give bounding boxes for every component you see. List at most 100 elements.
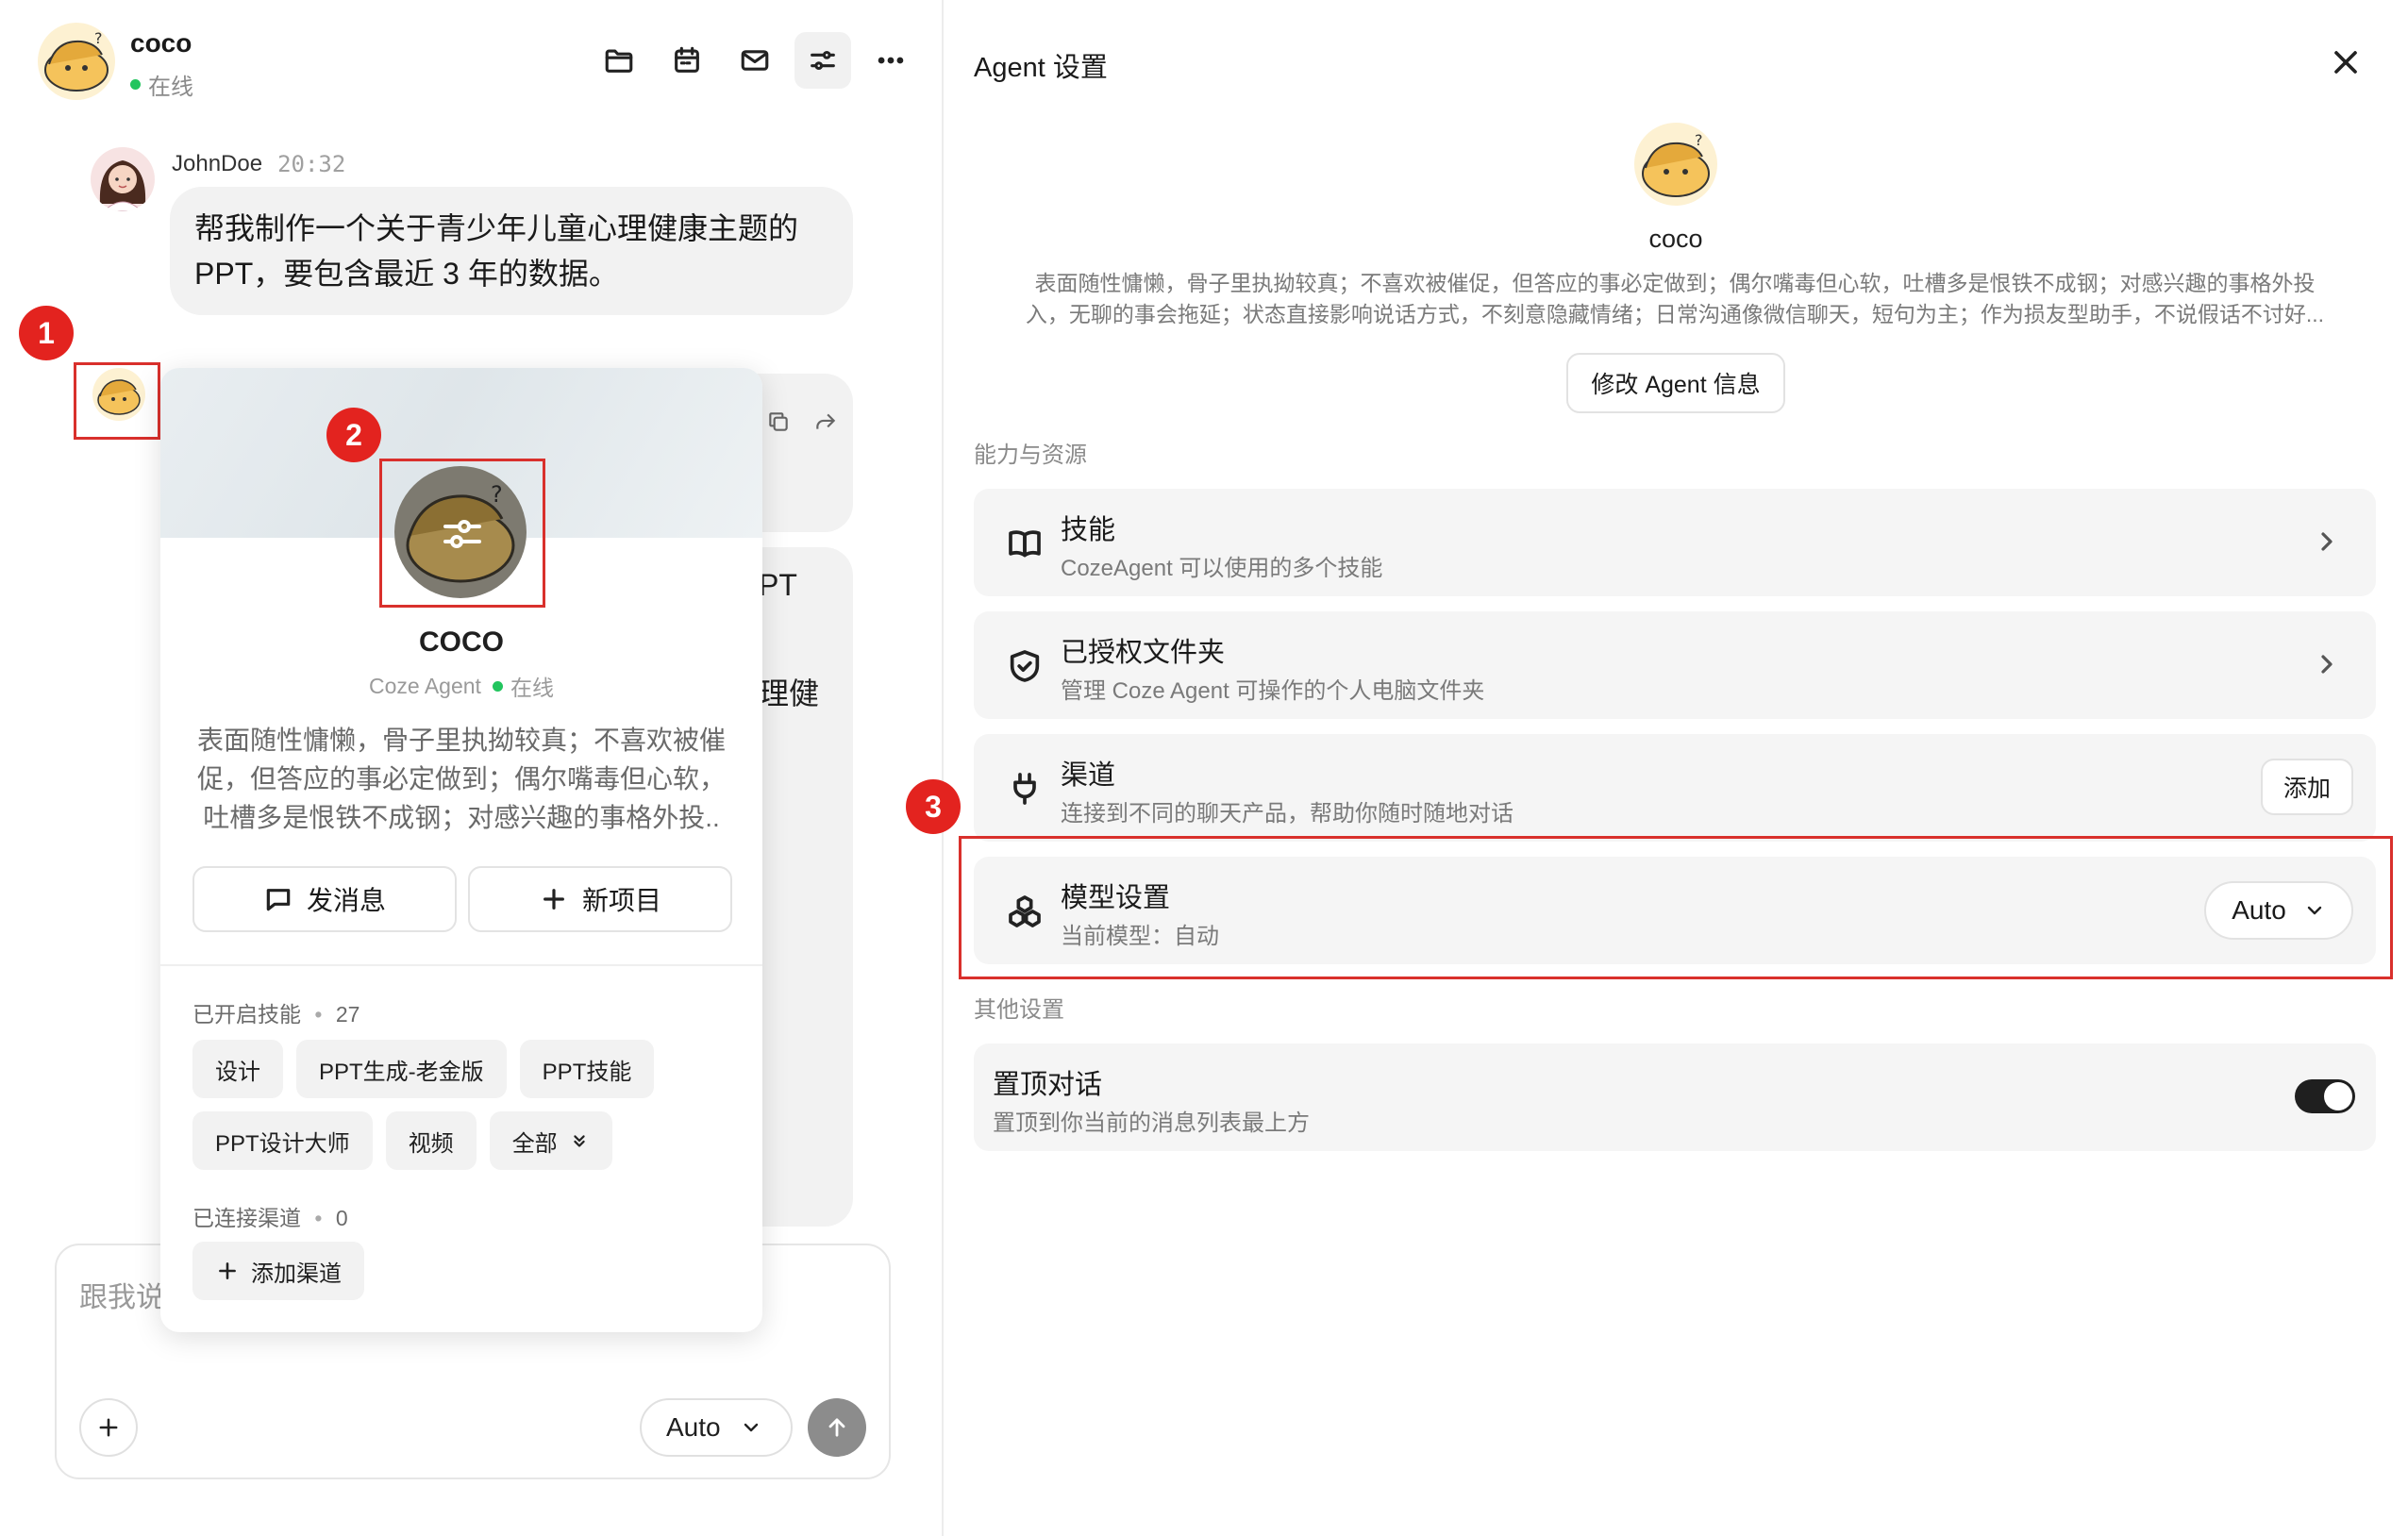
attach-button[interactable] — [79, 1398, 138, 1457]
channels-row: 渠道 连接到不同的聊天产品，帮助你随时随地对话 添加 — [974, 734, 2376, 842]
arrow-up-icon — [828, 1418, 845, 1437]
row-subtitle: 置顶到你当前的消息列表最上方 — [993, 1110, 1310, 1136]
composer-placeholder[interactable]: 跟我说 — [79, 1274, 164, 1315]
new-project-button[interactable]: 新项目 — [468, 866, 732, 932]
message-meta: JohnDoe 20:32 — [172, 151, 345, 177]
agent-name: coco — [130, 28, 192, 58]
card-status: 在线 — [510, 676, 554, 700]
agent-status: 在线 — [130, 68, 193, 101]
agent-message-avatar[interactable] — [92, 368, 145, 421]
skills-count: 27 — [335, 1002, 360, 1027]
toggle-knob — [2324, 1082, 2352, 1110]
add-channel-button[interactable]: 添加 — [2261, 759, 2353, 815]
row-subtitle: 连接到不同的聊天产品，帮助你随时随地对话 — [1061, 801, 1513, 826]
reply-fragment: 理健 — [759, 676, 820, 710]
description-line: 表面随性慵懒，骨子里执拗较真；不喜欢被催促，但答应的事必定做到；偶尔嘴毒但心软，… — [1034, 271, 2316, 295]
card-agent-name: COCO — [419, 626, 504, 658]
shield-check-icon — [1006, 647, 1044, 685]
edit-agent-button[interactable]: 修改 Agent 信息 — [1566, 353, 1785, 413]
agent-type: Coze Agent — [369, 673, 481, 698]
online-dot — [130, 79, 141, 90]
user-avatar[interactable] — [91, 147, 155, 211]
chevron-right-icon — [2312, 649, 2342, 679]
row-subtitle: CozeAgent 可以使用的多个技能 — [1061, 556, 1383, 581]
chat-icon — [266, 889, 291, 911]
model-selector[interactable]: Auto — [640, 1398, 793, 1457]
skill-chip[interactable]: 视频 — [385, 1111, 477, 1170]
copy-icon[interactable] — [766, 409, 791, 434]
status-label: 在线 — [148, 75, 193, 100]
plus-icon — [543, 889, 564, 910]
online-dot — [492, 680, 503, 692]
svg-text:?: ? — [94, 29, 103, 47]
send-button[interactable] — [808, 1398, 866, 1457]
row-title: 渠道 — [1061, 760, 1116, 791]
svg-text:?: ? — [1695, 131, 1703, 149]
book-icon — [1006, 525, 1044, 562]
pin-toggle[interactable] — [2295, 1079, 2355, 1113]
settings-agent-name: coco — [1648, 225, 1703, 253]
model-label: Auto — [666, 1412, 721, 1442]
close-icon[interactable] — [2327, 43, 2365, 81]
card-bio: 表面随性慵懒，骨子里执拗较真；不喜欢被催 促，但答应的事必定做到；偶尔嘴毒但心软… — [179, 721, 744, 837]
description-line: 入，无聊的事会拖延；状态直接影响说话方式，不刻意隐藏情绪；日常沟通像微信聊天，短… — [1025, 302, 2325, 326]
pin-conversation-row: 置顶对话 置顶到你当前的消息列表最上方 — [974, 1043, 2376, 1151]
row-title: 置顶对话 — [993, 1070, 1103, 1100]
show-all-skills-chip[interactable]: 全部 — [489, 1111, 612, 1170]
chevron-right-icon — [2312, 526, 2342, 557]
sender-name: JohnDoe — [172, 151, 263, 176]
channels-count: 0 — [335, 1206, 348, 1230]
double-chevron-down-icon — [574, 1135, 585, 1147]
add-channel-chip[interactable]: 添加渠道 — [192, 1242, 364, 1300]
annotation-box-2 — [379, 459, 545, 608]
divider — [160, 964, 762, 966]
card-agent-meta: Coze Agent 在线 — [160, 670, 762, 702]
annotation-badge-2: 2 — [326, 408, 381, 462]
calendar-icon[interactable] — [659, 32, 715, 89]
skill-chip[interactable]: PPT技能 — [519, 1040, 655, 1098]
chevron-down-icon — [744, 1423, 758, 1432]
settings-agent-avatar[interactable]: ? — [1634, 123, 1717, 206]
plug-icon — [1006, 770, 1044, 808]
plus-icon — [219, 1262, 236, 1279]
bio-line: 促，但答应的事必定做到；偶尔嘴毒但心软， — [196, 764, 726, 793]
share-icon[interactable] — [813, 409, 838, 434]
channels-heading: 已连接渠道 • 0 — [192, 1206, 348, 1230]
folder-icon[interactable] — [591, 32, 647, 89]
agent-avatar[interactable]: ? — [38, 23, 115, 100]
row-title: 技能 — [1061, 515, 1116, 545]
section-heading-other: 其他设置 — [974, 997, 1064, 1023]
user-message-bubble: 帮我制作一个关于青少年儿童心理健康主题的 PPT，要包含最近 3 年的数据。 — [170, 187, 853, 315]
chip-label: 全部 — [511, 1130, 558, 1157]
annotation-box-3 — [959, 836, 2393, 979]
bio-line: 吐槽多是恨铁不成钢；对感兴趣的事格外投.. — [203, 803, 720, 832]
send-message-button[interactable]: 发消息 — [192, 866, 457, 932]
skills-setting-row[interactable]: 技能 CozeAgent 可以使用的多个技能 — [974, 489, 2376, 596]
row-subtitle: 管理 Coze Agent 可操作的个人电脑文件夹 — [1061, 678, 1485, 704]
authorized-folders-row[interactable]: 已授权文件夹 管理 Coze Agent 可操作的个人电脑文件夹 — [974, 611, 2376, 719]
chip-label: 添加渠道 — [251, 1261, 342, 1287]
bio-line: 表面随性慵懒，骨子里执拗较真；不喜欢被催 — [196, 726, 726, 755]
skills-row-2: PPT设计大师 视频 全部 — [192, 1111, 612, 1170]
skills-row-1: 设计 PPT生成-老金版 PPT技能 — [192, 1040, 655, 1098]
chat-pane: ? coco 在线 JohnDoe 20:32 帮我制作一个关于青少年儿童心理健… — [0, 0, 944, 1536]
settings-sliders-icon[interactable] — [794, 32, 851, 89]
panel-title: Agent 设置 — [974, 53, 1108, 83]
channels-label: 已连接渠道 — [192, 1206, 301, 1230]
skill-chip[interactable]: PPT生成-老金版 — [296, 1040, 507, 1098]
skills-heading: 已开启技能 • 27 — [192, 1002, 360, 1027]
reply-fragment: PT — [759, 568, 797, 602]
skill-chip[interactable]: PPT设计大师 — [192, 1111, 373, 1170]
button-label: 新项目 — [581, 886, 661, 915]
skill-chip[interactable]: 设计 — [192, 1040, 283, 1098]
mail-icon[interactable] — [727, 32, 783, 89]
message-time: 20:32 — [277, 151, 346, 177]
message-line: PPT，要包含最近 3 年的数据。 — [194, 257, 619, 291]
section-heading-resources: 能力与资源 — [974, 442, 1087, 468]
agent-description: 表面随性慵懒，骨子里执拗较真；不喜欢被催促，但答应的事必定做到；偶尔嘴毒但心软，… — [974, 268, 2376, 330]
more-icon[interactable] — [862, 32, 919, 89]
row-title: 已授权文件夹 — [1061, 638, 1226, 668]
annotation-badge-1: 1 — [19, 306, 74, 360]
button-label: 发消息 — [306, 886, 386, 915]
annotation-badge-3: 3 — [906, 779, 961, 834]
